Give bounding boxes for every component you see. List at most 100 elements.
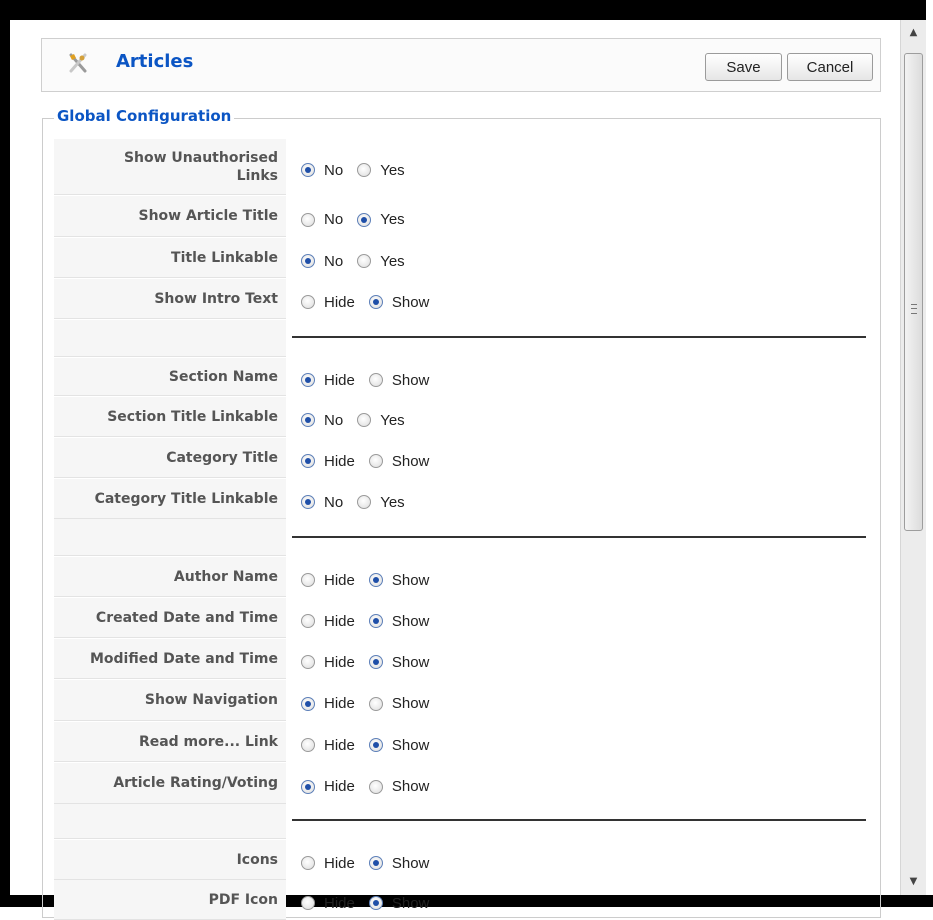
radio-yes[interactable] [357, 163, 372, 177]
radio-hide[interactable] [301, 373, 315, 387]
radio-show[interactable] [368, 614, 383, 628]
radio-no[interactable] [301, 495, 315, 509]
field-label: Show Article Title [54, 196, 286, 237]
radio-group: No Yes [301, 210, 419, 230]
radio-label[interactable]: Show [392, 695, 430, 712]
radio-yes[interactable] [357, 495, 372, 509]
scroll-up-arrow-icon[interactable]: ▲ [901, 22, 926, 44]
radio-label[interactable]: No [324, 494, 343, 511]
radio-label[interactable]: Hide [324, 294, 355, 311]
radio-label[interactable]: Yes [380, 412, 404, 429]
radio-label[interactable]: Hide [324, 613, 355, 630]
radio-label[interactable]: Show [392, 654, 430, 671]
radio-label[interactable]: Yes [380, 253, 404, 270]
radio-show[interactable] [368, 738, 383, 752]
field-label-text: Article Rating/Voting [113, 775, 278, 791]
radio-show[interactable] [368, 696, 383, 711]
radio-label[interactable]: No [324, 162, 343, 179]
radio-group: Hide Show [301, 735, 443, 755]
radio-hide[interactable] [301, 896, 315, 910]
radio-hide[interactable] [301, 614, 315, 628]
radio-label[interactable]: No [324, 253, 343, 270]
field-label-text: Show Article Title [138, 208, 278, 224]
radio-label[interactable]: Hide [324, 855, 355, 872]
radio-label[interactable]: Hide [324, 778, 355, 795]
field-label: Section Title Linkable [54, 397, 286, 437]
separator-line [292, 336, 866, 338]
fieldset-legend: Global Configuration [54, 107, 235, 125]
radio-label[interactable]: Show [392, 855, 430, 872]
field-label: Article Rating/Voting [54, 763, 286, 804]
radio-yes[interactable] [357, 212, 372, 227]
radio-label[interactable]: Yes [380, 211, 404, 228]
radio-label[interactable]: Show [392, 372, 430, 389]
radio-hide[interactable] [301, 779, 315, 794]
radio-show[interactable] [368, 896, 383, 910]
field-label-line: Links [236, 167, 278, 184]
radio-show[interactable] [368, 295, 383, 309]
grip-icon [911, 304, 917, 314]
field-label: Category Title Linkable [54, 479, 286, 519]
radio-group: Hide Show [301, 694, 443, 714]
save-button[interactable]: Save [705, 53, 782, 81]
cancel-button[interactable]: Cancel [787, 53, 873, 81]
radio-no[interactable] [301, 413, 315, 427]
radio-label[interactable]: Show [392, 572, 430, 589]
radio-label[interactable]: Hide [324, 695, 355, 712]
field-label: Show Intro Text [54, 279, 286, 319]
field-label-text: Category Title Linkable [94, 490, 278, 507]
window-frame-corner [926, 0, 933, 20]
radio-label[interactable]: No [324, 412, 343, 429]
spacer-cell [54, 804, 286, 839]
radio-hide[interactable] [301, 696, 315, 711]
page-title: Articles [116, 51, 194, 72]
radio-group: Hide Show [301, 652, 443, 672]
radio-label[interactable]: Yes [380, 494, 404, 511]
window-frame-left [0, 0, 10, 907]
radio-label[interactable]: Show [392, 895, 430, 912]
radio-yes[interactable] [357, 413, 372, 427]
field-label-text: Modified Date and Time [89, 650, 278, 667]
radio-show[interactable] [368, 779, 383, 794]
radio-label[interactable]: Hide [324, 654, 355, 671]
radio-hide[interactable] [301, 573, 315, 587]
radio-hide[interactable] [301, 738, 315, 752]
radio-label[interactable]: Hide [324, 572, 355, 589]
scrollbar-thumb[interactable] [904, 53, 923, 531]
radio-no[interactable] [301, 163, 315, 177]
radio-group: Hide Show [301, 611, 443, 631]
radio-label[interactable]: Hide [324, 737, 355, 754]
radio-group: Hide Show [301, 370, 443, 390]
radio-label[interactable]: Show [392, 737, 430, 754]
field-label: Read more... Link [54, 722, 286, 762]
radio-show[interactable] [368, 856, 383, 870]
radio-label[interactable]: No [324, 211, 343, 228]
radio-hide[interactable] [301, 295, 315, 309]
radio-label[interactable]: Hide [324, 453, 355, 470]
radio-show[interactable] [368, 573, 383, 587]
radio-label[interactable]: Show [392, 613, 430, 630]
radio-label[interactable]: Hide [324, 372, 355, 389]
scroll-down-arrow-icon[interactable]: ▼ [901, 871, 926, 893]
radio-show[interactable] [368, 454, 383, 468]
field-label-text: Show Intro Text [154, 290, 278, 307]
radio-label[interactable]: Yes [380, 162, 404, 179]
vertical-scrollbar[interactable]: ▲ ▼ [900, 20, 926, 895]
radio-label[interactable]: Show [392, 453, 430, 470]
radio-no[interactable] [301, 254, 315, 268]
radio-show[interactable] [368, 373, 383, 387]
radio-yes[interactable] [357, 254, 372, 268]
radio-show[interactable] [368, 655, 383, 669]
field-label-text: Title Linkable [171, 249, 278, 266]
radio-label[interactable]: Show [392, 294, 430, 311]
separator-line [292, 536, 866, 538]
radio-label[interactable]: Hide [324, 895, 355, 912]
radio-no[interactable] [301, 212, 315, 227]
radio-hide[interactable] [301, 856, 315, 870]
radio-label[interactable]: Show [392, 778, 430, 795]
field-label-text: Author Name [173, 568, 278, 585]
field-label: Show Navigation [54, 680, 286, 721]
radio-hide[interactable] [301, 454, 315, 468]
radio-group: No Yes [301, 410, 419, 430]
radio-hide[interactable] [301, 655, 315, 669]
